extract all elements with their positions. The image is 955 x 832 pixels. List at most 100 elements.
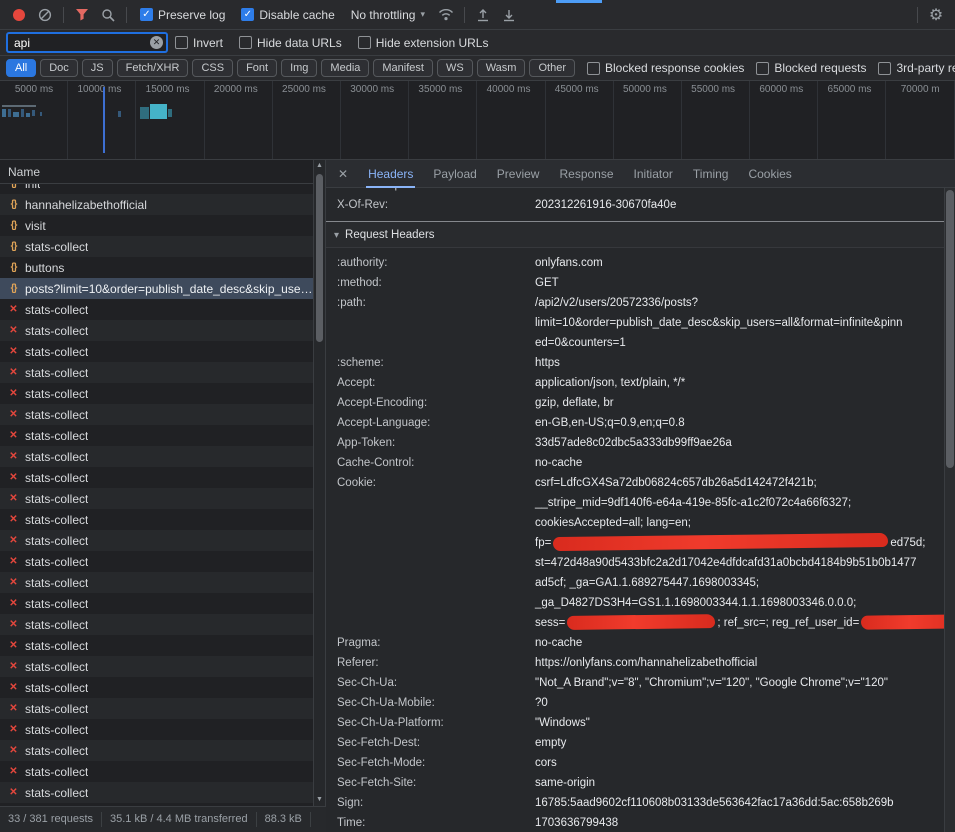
network-request-row[interactable]: ✕stats-collect bbox=[0, 362, 313, 383]
network-request-row[interactable]: ✕stats-collect bbox=[0, 572, 313, 593]
network-request-row[interactable]: ✕stats-collect bbox=[0, 593, 313, 614]
network-conditions-button[interactable] bbox=[433, 3, 459, 27]
network-request-row[interactable]: ✕stats-collect bbox=[0, 761, 313, 782]
network-request-row[interactable]: {}hannahelizabethofficial bbox=[0, 194, 313, 215]
name-column-header[interactable]: Name bbox=[0, 160, 313, 184]
network-request-row[interactable]: ✕stats-collect bbox=[0, 719, 313, 740]
overview-activity-bar bbox=[140, 107, 149, 119]
hide-data-urls-checkbox[interactable]: Hide data URLs bbox=[239, 36, 342, 50]
error-icon: ✕ bbox=[7, 598, 20, 609]
invert-checkbox[interactable]: Invert bbox=[175, 36, 223, 50]
record-button[interactable] bbox=[6, 3, 32, 27]
header-value: empty bbox=[535, 733, 944, 753]
3rd-party-requests-checkbox[interactable]: 3rd-party requests bbox=[878, 61, 955, 75]
header-value: onlyfans.com bbox=[535, 253, 944, 273]
close-details-icon[interactable]: ✕ bbox=[326, 167, 358, 181]
checkbox-checked-icon: ✓ bbox=[140, 8, 153, 21]
search-button[interactable] bbox=[95, 3, 121, 27]
filter-chip-all[interactable]: All bbox=[6, 59, 36, 77]
network-request-row[interactable]: {}buttons bbox=[0, 257, 313, 278]
error-icon: ✕ bbox=[7, 703, 20, 714]
clear-filter-icon[interactable]: ✕ bbox=[150, 36, 163, 49]
header-name: X-Of-Rev: bbox=[337, 195, 535, 215]
preserve-log-checkbox[interactable]: ✓ Preserve log bbox=[140, 8, 225, 22]
hide-extension-urls-checkbox[interactable]: Hide extension URLs bbox=[358, 36, 489, 50]
tab-initiator[interactable]: Initiator bbox=[624, 160, 683, 188]
network-request-row[interactable]: ✕stats-collect bbox=[0, 551, 313, 572]
network-request-row[interactable]: ✕stats-collect bbox=[0, 656, 313, 677]
filter-chip-doc[interactable]: Doc bbox=[40, 59, 78, 77]
network-request-row[interactable]: ✕stats-collect bbox=[0, 467, 313, 488]
import-har-button[interactable] bbox=[470, 3, 496, 27]
error-icon: ✕ bbox=[7, 619, 20, 630]
throttling-select[interactable]: No throttling ▾ bbox=[351, 8, 425, 22]
filter-chip-wasm[interactable]: Wasm bbox=[477, 59, 526, 77]
filter-chip-js[interactable]: JS bbox=[82, 59, 113, 77]
network-request-row[interactable]: ✕stats-collect bbox=[0, 488, 313, 509]
network-request-row[interactable]: ✕stats-collect bbox=[0, 299, 313, 320]
blocked-response-cookies-checkbox[interactable]: Blocked response cookies bbox=[587, 61, 744, 75]
tab-preview[interactable]: Preview bbox=[487, 160, 550, 188]
network-request-row[interactable]: ✕stats-collect bbox=[0, 341, 313, 362]
tab-headers[interactable]: Headers bbox=[358, 160, 423, 188]
network-request-row[interactable]: ✕stats-collect bbox=[0, 782, 313, 803]
filter-chip-font[interactable]: Font bbox=[237, 59, 277, 77]
header-name: Cache-Control: bbox=[337, 453, 535, 473]
filter-bar: ✕ Invert Hide data URLs Hide extension URL… bbox=[0, 30, 955, 56]
filter-chip-fetch-xhr[interactable]: Fetch/XHR bbox=[117, 59, 189, 77]
header-value-line: GET bbox=[535, 273, 944, 293]
export-har-button[interactable] bbox=[496, 3, 522, 27]
filter-chip-manifest[interactable]: Manifest bbox=[373, 59, 433, 77]
request-filter-options: Blocked response cookies Blocked requests… bbox=[581, 61, 955, 75]
filter-chip-media[interactable]: Media bbox=[321, 59, 369, 77]
network-request-row[interactable]: ✕ stats-collect bbox=[0, 614, 313, 635]
tab-cookies[interactable]: Cookies bbox=[738, 160, 801, 188]
checkbox-label: Blocked requests bbox=[774, 61, 866, 75]
scrollbar-thumb[interactable] bbox=[316, 174, 323, 342]
clear-button[interactable] bbox=[32, 3, 58, 27]
request-name: stats-collect bbox=[25, 618, 88, 632]
error-icon: ✕ bbox=[7, 388, 20, 399]
tab-response[interactable]: Response bbox=[549, 160, 623, 188]
scroll-up-icon[interactable]: ▲ bbox=[314, 160, 325, 172]
header-value-line: sess=; ref_src=; reg_ref_user_id= bbox=[535, 613, 944, 633]
section-title: Request Headers bbox=[345, 229, 435, 241]
network-request-row[interactable]: ✕stats-collect bbox=[0, 530, 313, 551]
header-value-line: csrf=LdfcGX4Sa72db06824c657db26a5d142472… bbox=[535, 473, 944, 493]
network-request-row[interactable]: ✕stats-collect bbox=[0, 698, 313, 719]
network-request-row[interactable]: {}posts?limit=10&order=publish_date_desc… bbox=[0, 278, 313, 299]
network-request-row[interactable]: ✕stats-collect bbox=[0, 446, 313, 467]
filter-chip-img[interactable]: Img bbox=[281, 59, 317, 77]
network-request-row[interactable]: ✕stats-collect bbox=[0, 677, 313, 698]
network-request-row[interactable]: ✕stats-collect bbox=[0, 509, 313, 530]
filter-toggle-button[interactable] bbox=[69, 3, 95, 27]
request-name: stats-collect bbox=[25, 681, 88, 695]
settings-gear-icon[interactable]: ⚙ bbox=[923, 3, 949, 27]
network-request-row[interactable]: ✕stats-collect bbox=[0, 740, 313, 761]
tab-payload[interactable]: Payload bbox=[423, 160, 486, 188]
header-name: Sec-Fetch-Mode: bbox=[337, 753, 535, 773]
requests-scrollbar[interactable]: ▲ ▼ bbox=[314, 160, 326, 806]
disable-cache-checkbox[interactable]: ✓ Disable cache bbox=[241, 8, 334, 22]
error-icon: ✕ bbox=[7, 367, 20, 378]
blocked-requests-checkbox[interactable]: Blocked requests bbox=[756, 61, 866, 75]
filter-chip-other[interactable]: Other bbox=[529, 59, 575, 77]
request-headers-section[interactable]: ▾ Request Headers bbox=[326, 221, 944, 248]
network-request-row[interactable]: ✕stats-collect bbox=[0, 404, 313, 425]
network-request-row[interactable]: ✕stats-collect bbox=[0, 320, 313, 341]
scroll-down-icon[interactable]: ▼ bbox=[314, 794, 325, 806]
header-name: :method: bbox=[337, 273, 535, 293]
overview-strip[interactable]: 5000 ms10000 ms15000 ms20000 ms25000 ms3… bbox=[0, 81, 955, 160]
network-request-row[interactable]: ✕stats-collect bbox=[0, 425, 313, 446]
filter-chip-ws[interactable]: WS bbox=[437, 59, 473, 77]
network-request-row[interactable]: ✕stats-collect bbox=[0, 635, 313, 656]
network-request-row[interactable]: {}visit bbox=[0, 215, 313, 236]
tab-timing[interactable]: Timing bbox=[683, 160, 739, 188]
network-request-row[interactable]: {}stats-collect bbox=[0, 236, 313, 257]
details-scrollbar[interactable] bbox=[944, 188, 955, 832]
request-details-panel: ✕ HeadersPayloadPreviewResponseInitiator… bbox=[326, 160, 955, 832]
filter-input[interactable] bbox=[7, 33, 167, 52]
network-request-row[interactable]: ✕stats-collect bbox=[0, 383, 313, 404]
scrollbar-thumb[interactable] bbox=[946, 190, 954, 468]
filter-chip-css[interactable]: CSS bbox=[192, 59, 233, 77]
